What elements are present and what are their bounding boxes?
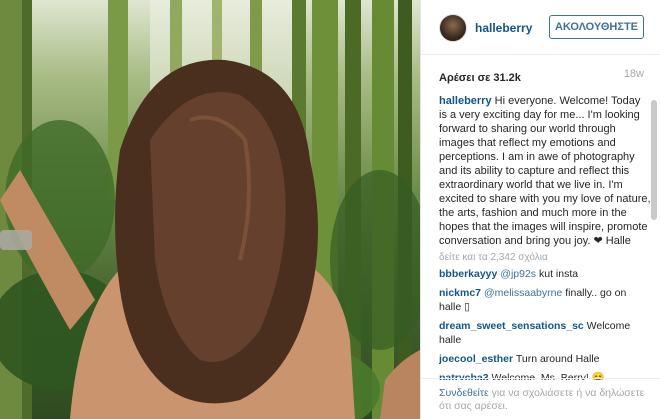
likes-row: Αρέσει σε 31.2k 18w [439, 68, 644, 84]
login-prompt: Συνδεθείτε για να σχολιάσετε ή να δηλώσε… [421, 378, 660, 419]
comment-mention[interactable]: @melissaabyrne [484, 287, 562, 299]
view-all-comments-link[interactable]: δείτε και τα 2,342 σχόλια [439, 252, 651, 263]
comment-username[interactable]: nickmc7 [439, 287, 481, 299]
comment-username[interactable]: dream_sweet_sensations_sc [439, 320, 584, 332]
comment-item: nickmc7 @melissaabyrne finally.. go on h… [439, 286, 651, 314]
post-sidebar: halleberry ΑΚΟΛΟΥΘΗΣΤΕ Αρέσει σε 31.2k 1… [420, 0, 660, 419]
login-link[interactable]: Συνδεθείτε [439, 387, 489, 399]
post-time[interactable]: 18w [624, 68, 644, 80]
comment-item: joecool_esther Turn around Halle [439, 352, 651, 366]
caption-text: Hi everyone. Welcome! Today is a very ex… [439, 95, 651, 247]
post-header: halleberry ΑΚΟΛΟΥΘΗΣΤΕ [421, 0, 660, 55]
comments-list[interactable]: halleberry Hi everyone. Welcome! Today i… [439, 94, 651, 380]
comment-text: kut insta [536, 268, 579, 280]
comment-text: Turn around Halle [513, 353, 600, 365]
photo-illustration [0, 0, 420, 419]
post-caption: halleberry Hi everyone. Welcome! Today i… [439, 94, 651, 248]
comment-username[interactable]: bbberkayyy [439, 268, 497, 280]
likes-count[interactable]: Αρέσει σε 31.2k [439, 72, 521, 84]
comment-mention[interactable]: @jp92s [500, 268, 536, 280]
login-prompt-text: Συνδεθείτε για να σχολιάσετε ή να δηλώσε… [439, 387, 649, 413]
comments-scrollbar[interactable] [651, 100, 657, 220]
comment-username[interactable]: joecool_esther [439, 353, 513, 365]
avatar[interactable] [439, 14, 467, 42]
post-photo[interactable] [0, 0, 420, 419]
username-link[interactable]: halleberry [475, 21, 532, 35]
follow-button[interactable]: ΑΚΟΛΟΥΘΗΣΤΕ [549, 15, 644, 39]
comment-item: bbberkayyy @jp92s kut insta [439, 267, 651, 281]
caption-username[interactable]: halleberry [439, 95, 492, 107]
comment-item: dream_sweet_sensations_sc Welcome halle [439, 319, 651, 347]
